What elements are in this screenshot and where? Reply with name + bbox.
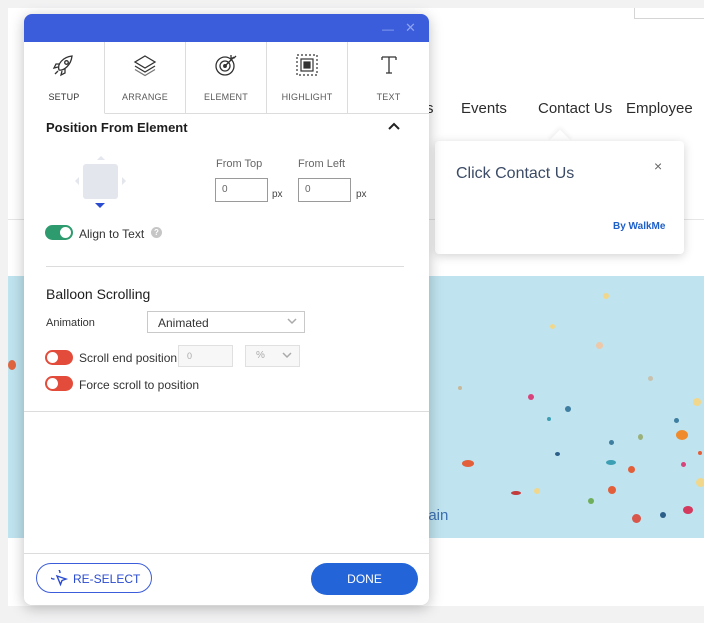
arrow-up-icon[interactable] bbox=[97, 156, 105, 160]
from-left-input[interactable]: 0 bbox=[298, 178, 351, 202]
tab-element[interactable]: ELEMENT bbox=[186, 42, 267, 113]
minimize-icon[interactable]: — bbox=[382, 22, 394, 36]
section-divider bbox=[24, 411, 429, 412]
section-divider bbox=[46, 266, 404, 267]
tab-label: ARRANGE bbox=[122, 92, 168, 102]
tab-highlight[interactable]: HIGHLIGHT bbox=[267, 42, 348, 113]
arrow-right-icon[interactable] bbox=[122, 177, 126, 185]
element-position-box[interactable] bbox=[83, 164, 118, 199]
animation-value: Animated bbox=[158, 316, 209, 330]
chevron-down-icon bbox=[282, 351, 292, 362]
done-button[interactable]: DONE bbox=[311, 563, 418, 595]
tab-label: SETUP bbox=[48, 92, 80, 102]
align-to-text-label: Align to Text bbox=[79, 227, 145, 241]
arrow-down-icon[interactable] bbox=[95, 203, 105, 208]
animation-label: Animation bbox=[46, 317, 95, 329]
tab-label: TEXT bbox=[376, 92, 401, 102]
nav-item-events[interactable]: Events bbox=[461, 100, 507, 117]
chevron-up-icon[interactable] bbox=[388, 118, 400, 134]
text-icon bbox=[348, 53, 429, 77]
scroll-end-label: Scroll end position bbox=[79, 351, 178, 365]
walkme-branding[interactable]: By WalkMe bbox=[613, 221, 665, 232]
arrow-left-icon[interactable] bbox=[75, 177, 79, 185]
tab-label: ELEMENT bbox=[204, 92, 248, 102]
nav-item-employee[interactable]: Employee bbox=[626, 100, 693, 117]
balloon-title: Click Contact Us bbox=[456, 165, 575, 182]
cursor-select-icon bbox=[47, 566, 69, 591]
force-scroll-label: Force scroll to position bbox=[79, 378, 200, 392]
align-to-text-toggle[interactable] bbox=[45, 225, 73, 240]
tab-text[interactable]: TEXT bbox=[348, 42, 429, 113]
site-search-box[interactable] bbox=[634, 8, 704, 19]
scroll-unit-value: % bbox=[256, 350, 265, 361]
walkme-balloon: Click Contact Us × By WalkMe bbox=[435, 141, 684, 254]
tab-label: HIGHLIGHT bbox=[281, 92, 333, 102]
from-top-input[interactable]: 0 bbox=[215, 178, 268, 202]
scroll-end-toggle[interactable] bbox=[45, 350, 73, 365]
position-section-title: Position From Element bbox=[46, 120, 188, 135]
highlight-icon bbox=[267, 53, 347, 77]
tab-arrange[interactable]: ARRANGE bbox=[105, 42, 186, 113]
scrolling-section-title: Balloon Scrolling bbox=[46, 286, 151, 302]
balloon-close-icon[interactable]: × bbox=[654, 158, 662, 174]
rocket-icon bbox=[24, 53, 104, 77]
from-left-label: From Left bbox=[298, 158, 346, 170]
force-scroll-toggle[interactable] bbox=[45, 376, 73, 391]
from-left-unit: px bbox=[356, 189, 367, 200]
editor-tabs: SETUP ARRANGE ELEMENT HIGHLIGHT TEXT bbox=[24, 42, 429, 114]
help-icon[interactable]: ? bbox=[151, 227, 162, 238]
close-icon[interactable]: ✕ bbox=[405, 20, 416, 36]
target-icon bbox=[186, 53, 266, 77]
chevron-down-icon bbox=[287, 317, 297, 328]
scroll-unit-select[interactable]: % bbox=[245, 345, 300, 367]
animation-select[interactable]: Animated bbox=[147, 311, 305, 333]
from-top-label: From Top bbox=[216, 158, 263, 170]
scroll-end-input[interactable]: 0 bbox=[178, 345, 233, 367]
tab-setup[interactable]: SETUP bbox=[24, 42, 105, 114]
panel-footer: RE-SELECT DONE bbox=[24, 553, 429, 605]
layers-icon bbox=[105, 53, 185, 77]
reselect-label: RE-SELECT bbox=[73, 572, 141, 586]
balloon-editor-panel: — ✕ SETUP ARRANGE ELEMENT HIGHLIGHT TEXT… bbox=[24, 14, 429, 605]
from-top-unit: px bbox=[272, 189, 283, 200]
nav-item-contact-us[interactable]: Contact Us bbox=[538, 100, 612, 117]
reselect-button[interactable]: RE-SELECT bbox=[36, 563, 152, 593]
panel-header[interactable]: — ✕ bbox=[24, 14, 429, 42]
